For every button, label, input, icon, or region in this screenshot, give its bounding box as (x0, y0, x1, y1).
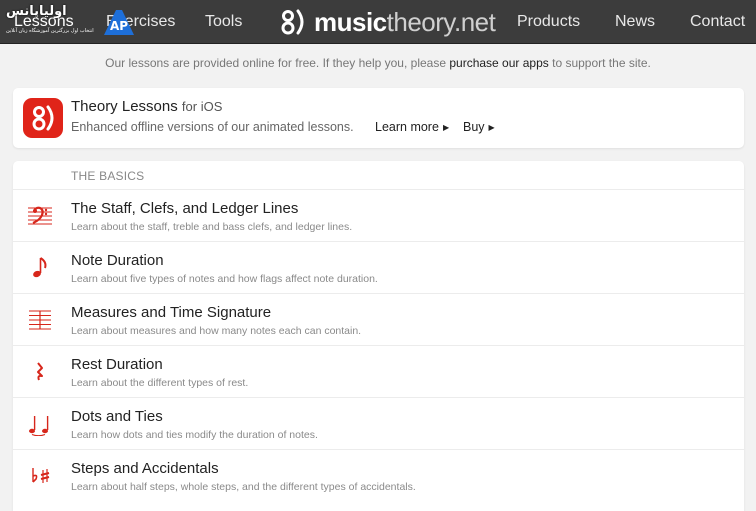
bass-clef-icon (27, 202, 53, 228)
lesson-description: Learn about the staff, treble and bass c… (71, 221, 353, 233)
learn-more-link[interactable]: Learn more ▶ (375, 120, 449, 134)
lessons-card: THE BASICS The Staff, Clefs, and Ledger … (13, 161, 744, 511)
notice-text-after: to support the site. (552, 56, 651, 70)
lesson-title: The Staff, Clefs, and Ledger Lines (71, 200, 299, 217)
lesson-item-staff-clefs[interactable]: The Staff, Clefs, and Ledger Lines Learn… (13, 189, 744, 241)
lesson-description: Learn about five types of notes and how … (71, 273, 378, 285)
notice-text-before: Our lessons are provided online for free… (105, 56, 447, 70)
staff-lines-icon (27, 306, 53, 332)
lesson-item-note-duration[interactable]: Note Duration Learn about five types of … (13, 241, 744, 293)
buy-link[interactable]: Buy ▶ (463, 120, 495, 134)
quarter-rest-icon (27, 358, 53, 384)
lesson-description: Learn about the different types of rest. (71, 377, 249, 389)
musictheory-logo-icon (281, 9, 304, 35)
support-notice: Our lessons are provided online for free… (0, 56, 756, 70)
theory-lessons-app-icon[interactable] (23, 98, 63, 138)
lesson-title: Measures and Time Signature (71, 304, 272, 321)
lesson-description: Learn about measures and how many notes … (71, 325, 362, 337)
right-arrow-icon: ▶ (442, 123, 450, 132)
ios-promo-card: Theory Lessons for iOS Enhanced offline … (13, 88, 744, 148)
right-arrow-icon: ▶ (488, 123, 495, 132)
svg-text:AP: AP (110, 19, 128, 33)
tied-notes-icon (27, 410, 53, 436)
watermark-badge-icon: AP (104, 10, 134, 35)
lesson-item-measures[interactable]: Measures and Time Signature Learn about … (13, 293, 744, 345)
eighth-note-icon (27, 254, 53, 280)
nav-tools[interactable]: Tools (205, 0, 242, 44)
section-heading: THE BASICS (71, 169, 145, 183)
promo-description: Enhanced offline versions of our animate… (71, 120, 354, 134)
nav-contact[interactable]: Contact (690, 0, 745, 44)
lesson-description: Learn how dots and ties modify the durat… (71, 429, 318, 441)
app-logo-icon (32, 105, 54, 131)
nav-products[interactable]: Products (517, 0, 580, 44)
watermark-subtext: انتخاب اول بزرگترین آموزشگاه زبان آنلاین (6, 28, 94, 34)
nav-news[interactable]: News (615, 0, 655, 44)
lesson-title: Dots and Ties (71, 408, 163, 425)
promo-title: Theory Lessons for iOS (71, 98, 223, 115)
purchase-apps-link[interactable]: purchase our apps (449, 56, 548, 70)
lesson-title: Rest Duration (71, 356, 163, 373)
watermark-text: اولیاپانس (6, 4, 67, 19)
flat-sharp-icon (27, 462, 53, 488)
site-logo[interactable]: musictheory.net (278, 4, 496, 40)
lesson-title: Steps and Accidentals (71, 460, 219, 477)
lesson-item-dots-ties[interactable]: Dots and Ties Learn how dots and ties mo… (13, 397, 744, 449)
lesson-item-rest-duration[interactable]: Rest Duration Learn about the different … (13, 345, 744, 397)
watermark: اولیاپانس انتخاب اول بزرگترین آموزشگاه ز… (0, 2, 150, 42)
logo-text: musictheory.net (314, 6, 496, 37)
lesson-title: Note Duration (71, 252, 164, 269)
lesson-description: Learn about half steps, whole steps, and… (71, 481, 416, 493)
lesson-item-steps-accidentals[interactable]: Steps and Accidentals Learn about half s… (13, 449, 744, 501)
